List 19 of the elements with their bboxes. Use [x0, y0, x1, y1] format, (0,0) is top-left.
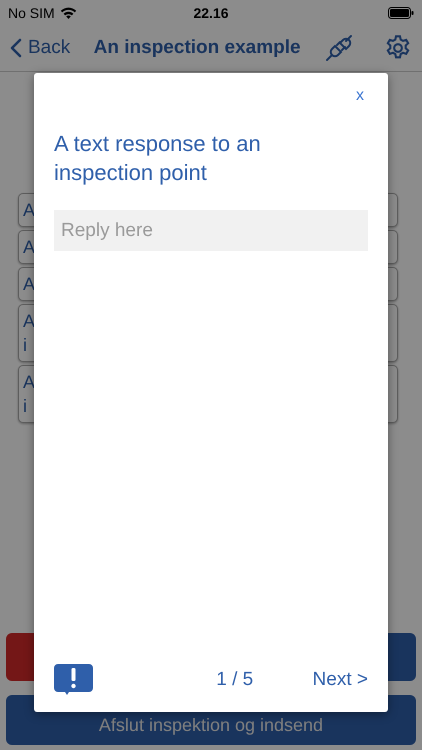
list-item[interactable]: A: [23, 235, 37, 259]
carrier-label: No SIM: [8, 4, 55, 20]
battery-icon: [388, 6, 414, 18]
wifi-icon: [60, 6, 77, 18]
next-button[interactable]: Next >: [312, 669, 368, 691]
question-text: A text response to an inspection point: [54, 130, 262, 187]
plug-icon[interactable]: [324, 33, 354, 63]
back-button[interactable]: Back: [10, 37, 70, 59]
list-item[interactable]: A: [23, 198, 37, 222]
close-button[interactable]: x: [352, 87, 368, 105]
back-chevron-icon: [10, 38, 22, 58]
page-counter: 1 / 5: [216, 669, 254, 691]
screen-title: An inspection example: [92, 37, 302, 59]
list-item[interactable]: A i: [23, 309, 37, 357]
reply-field[interactable]: Reply here: [54, 210, 368, 251]
list-item[interactable]: A i: [23, 370, 37, 418]
alert-icon[interactable]: [54, 664, 93, 696]
clock-time: 22.16: [193, 4, 229, 20]
list-item[interactable]: A: [23, 272, 37, 296]
